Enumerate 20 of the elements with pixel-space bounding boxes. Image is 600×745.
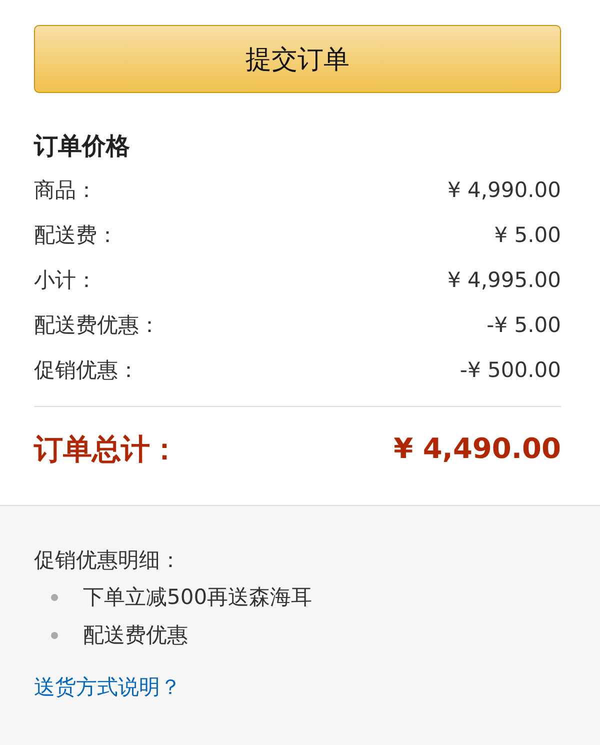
promotion-details-title: 促销优惠明细： — [34, 547, 181, 574]
price-value: ¥ 4,990.00 — [447, 176, 561, 204]
price-label: 配送费： — [34, 222, 118, 248]
delivery-info-link[interactable]: 送货方式说明？ — [34, 669, 181, 705]
price-value: -¥ 5.00 — [486, 312, 561, 338]
promotion-item: 下单立减500再送森海耳 — [83, 584, 312, 611]
price-label: 商品： — [34, 176, 97, 204]
order-total-value: ¥ 4,490.00 — [394, 431, 561, 467]
bullet-icon — [51, 632, 58, 638]
order-total-label: 订单总计： — [34, 431, 179, 467]
price-label: 小计： — [34, 266, 97, 294]
bullet-icon — [51, 594, 58, 600]
price-value: ¥ 5.00 — [494, 222, 561, 248]
price-label: 配送费优惠： — [34, 312, 160, 338]
price-label: 促销优惠： — [34, 356, 139, 384]
price-value: ¥ 4,995.00 — [447, 266, 561, 294]
submit-order-button[interactable]: 提交订单 — [34, 25, 561, 93]
price-value: -¥ 500.00 — [460, 356, 561, 384]
promotion-item: 配送费优惠 — [83, 622, 188, 649]
price-summary-title: 订单价格 — [34, 131, 130, 161]
